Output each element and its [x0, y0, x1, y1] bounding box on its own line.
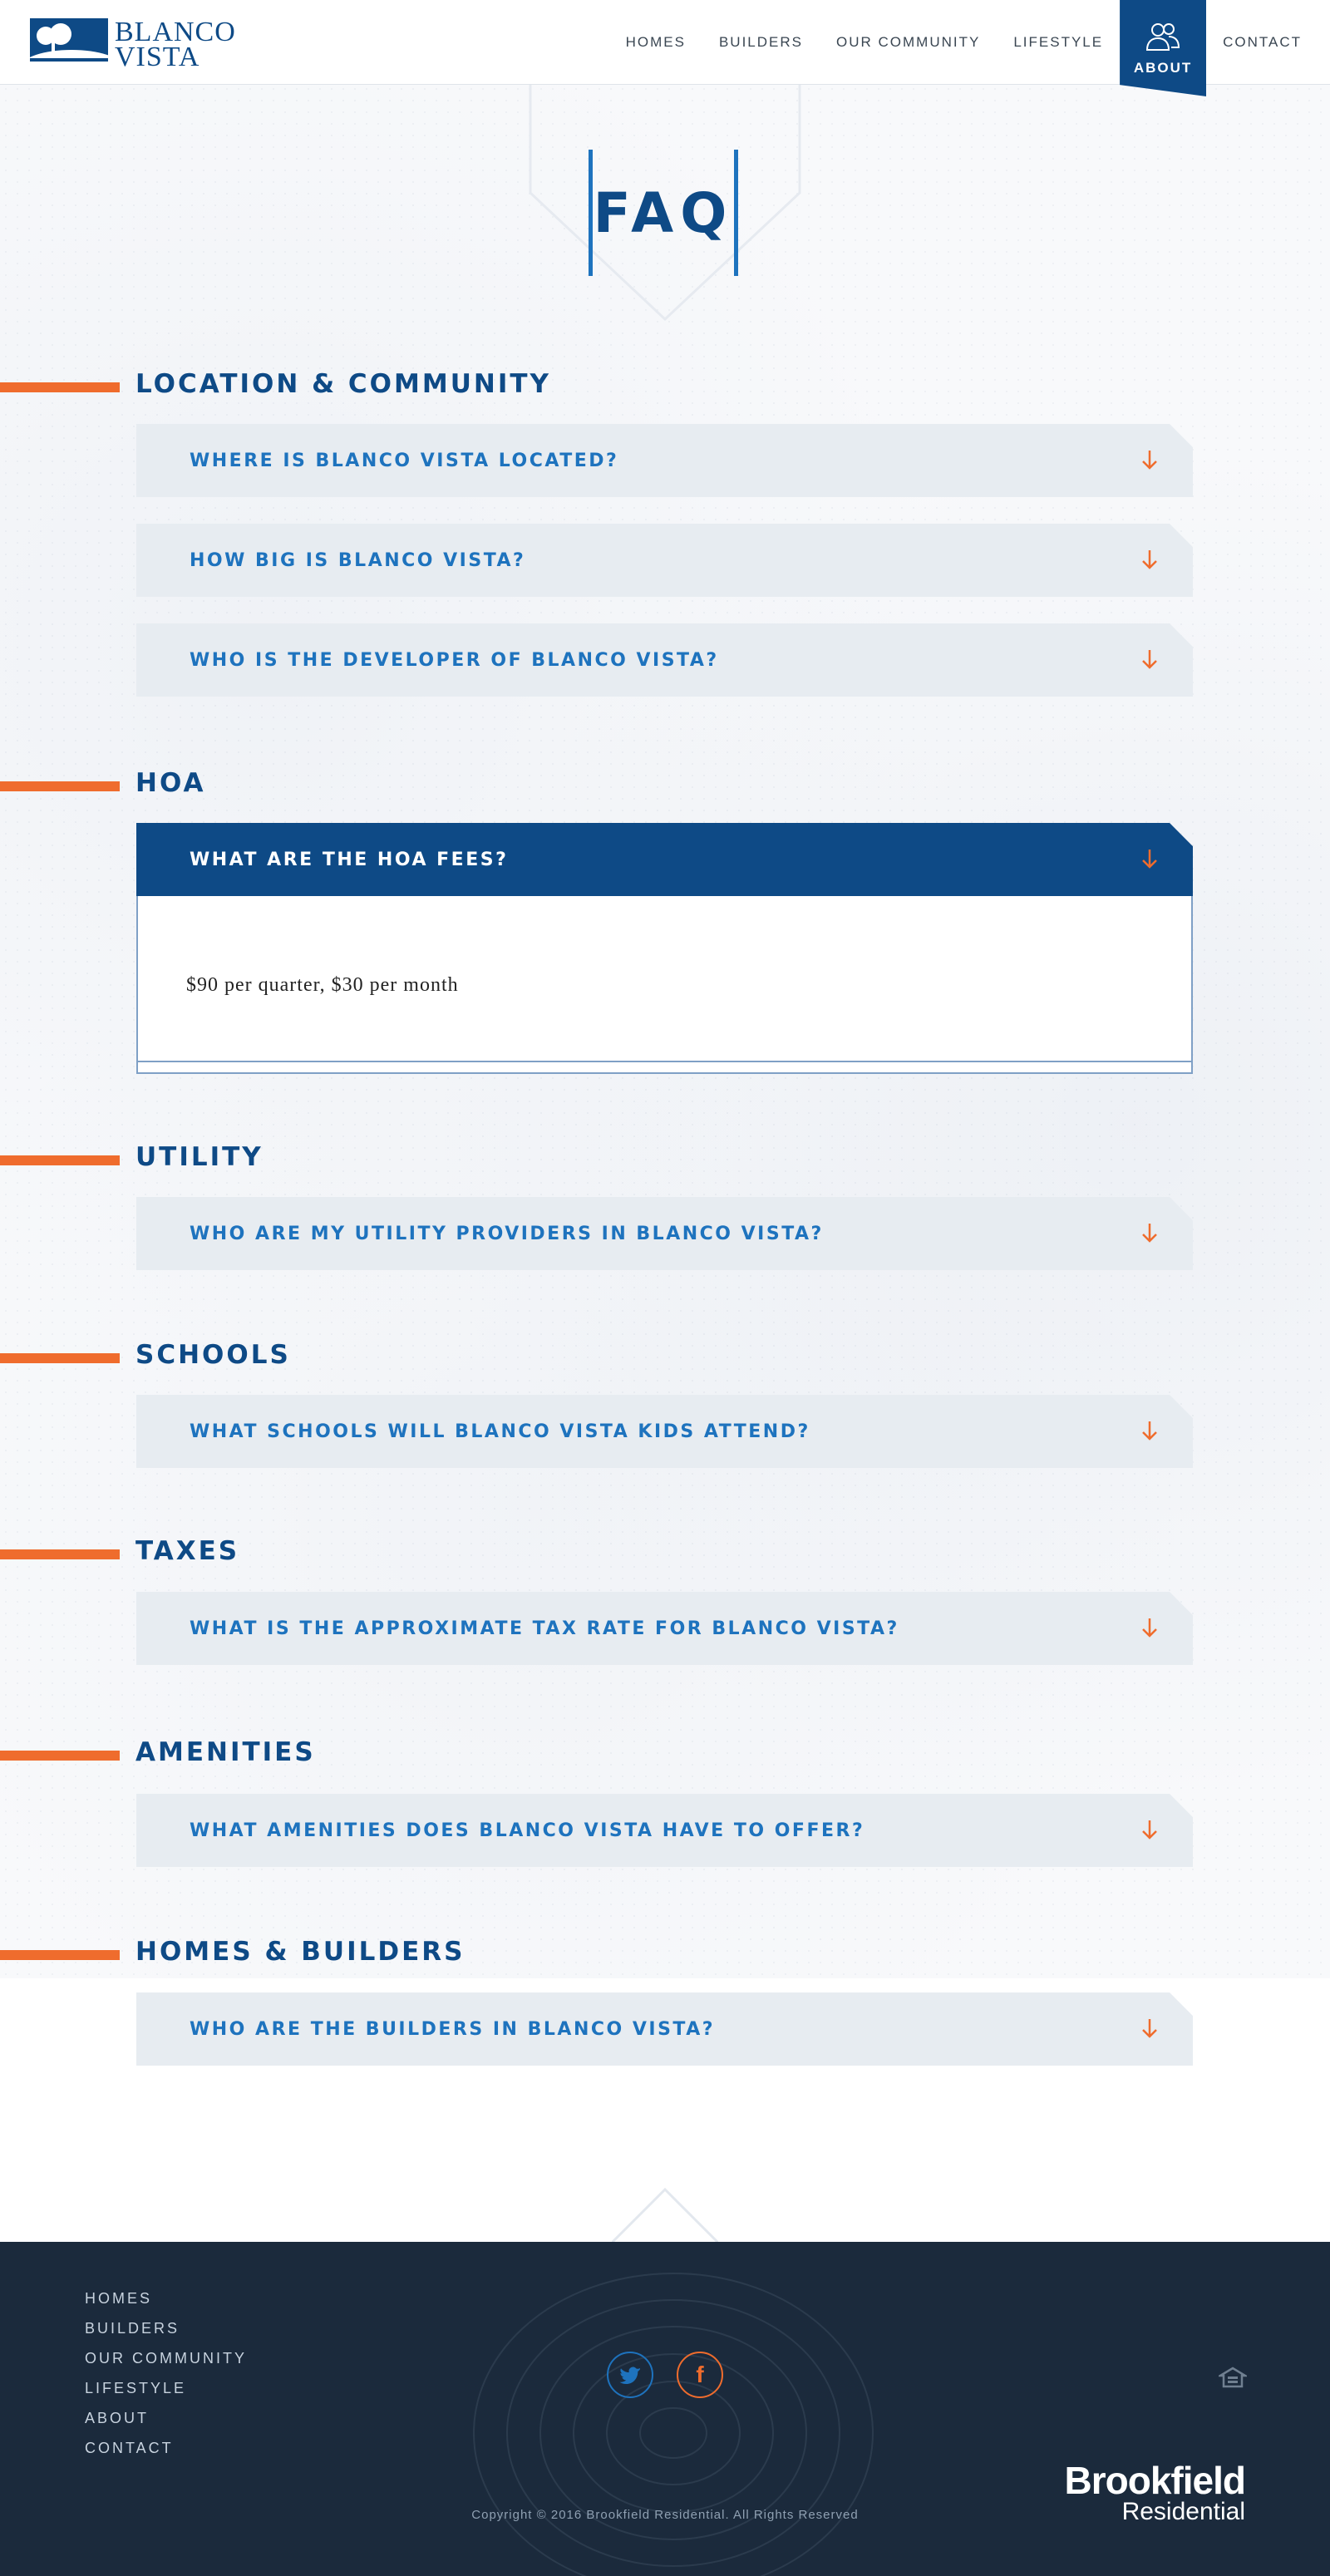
answer-divider: [138, 1061, 1191, 1062]
arrow-down-icon: [1142, 650, 1157, 669]
section-bar-amenities: [0, 1751, 120, 1761]
arrow-down-icon: [1142, 1618, 1157, 1638]
logo-emblem: [30, 18, 108, 71]
footer-nav-contact[interactable]: CONTACT: [85, 2433, 247, 2463]
question-text: WHERE IS BLANCO VISTA LOCATED?: [190, 450, 619, 471]
section-title-hoa: HOA: [135, 768, 206, 798]
faq-question-amenities[interactable]: WHAT AMENITIES DOES BLANCO VISTA HAVE TO…: [136, 1794, 1193, 1867]
footer-nav-our-community[interactable]: OUR COMMUNITY: [85, 2343, 247, 2373]
logo-wordmark: BLANCO VISTA: [115, 18, 236, 72]
equal-housing-icon: [1219, 2367, 1247, 2388]
twitter-icon: [619, 2367, 640, 2384]
faq-question-hoa-fees[interactable]: WHAT ARE THE HOA FEES?: [136, 823, 1193, 896]
section-bar-homes-builders: [0, 1950, 120, 1960]
faq-question-utility[interactable]: WHO ARE MY UTILITY PROVIDERS IN BLANCO V…: [136, 1197, 1193, 1270]
footer-peak-outline: [612, 2187, 718, 2243]
nav-about-label: ABOUT: [1133, 60, 1193, 76]
nav-contact[interactable]: CONTACT: [1223, 34, 1302, 51]
logo-line-2: VISTA: [115, 42, 200, 72]
section-title-taxes: TAXES: [135, 1536, 240, 1566]
section-bar-hoa: [0, 781, 120, 791]
faq-answer-panel: $90 per quarter, $30 per month: [136, 896, 1193, 1074]
arrow-down-icon: [1142, 550, 1157, 569]
faq-question-taxes[interactable]: WHAT IS THE APPROXIMATE TAX RATE FOR BLA…: [136, 1592, 1193, 1665]
faq-title-frame: FAQ: [589, 150, 738, 276]
facebook-button[interactable]: f: [677, 2352, 723, 2398]
twitter-button[interactable]: [607, 2352, 653, 2398]
arrow-down-icon: [1142, 1820, 1157, 1840]
arrow-down-icon: [1142, 1421, 1157, 1441]
question-text: WHO ARE THE BUILDERS IN BLANCO VISTA?: [190, 2018, 716, 2040]
brand-line-1: Brookfield: [1064, 2459, 1246, 2502]
faq-question-schools[interactable]: WHAT SCHOOLS WILL BLANCO VISTA KIDS ATTE…: [136, 1395, 1193, 1468]
question-text: WHO IS THE DEVELOPER OF BLANCO VISTA?: [190, 649, 719, 671]
arrow-down-icon: [1142, 1224, 1157, 1243]
question-text: WHAT AMENITIES DOES BLANCO VISTA HAVE TO…: [190, 1820, 865, 1841]
site-footer: HOMES BUILDERS OUR COMMUNITY LIFESTYLE A…: [0, 2242, 1330, 2576]
faq-question-builders[interactable]: WHO ARE THE BUILDERS IN BLANCO VISTA?: [136, 1992, 1193, 2066]
facebook-icon: f: [696, 2362, 704, 2387]
section-title-amenities: AMENITIES: [135, 1737, 316, 1767]
arrow-down-icon: [1142, 2019, 1157, 2038]
footer-nav-homes[interactable]: HOMES: [85, 2283, 247, 2313]
page-title: FAQ: [593, 180, 734, 245]
faq-question-size[interactable]: HOW BIG IS BLANCO VISTA?: [136, 524, 1193, 597]
nav-lifestyle[interactable]: LIFESTYLE: [1013, 34, 1103, 51]
question-text: WHAT IS THE APPROXIMATE TAX RATE FOR BLA…: [190, 1618, 899, 1639]
faq-question-location[interactable]: WHERE IS BLANCO VISTA LOCATED?: [136, 424, 1193, 497]
nav-our-community[interactable]: OUR COMMUNITY: [836, 34, 980, 51]
footer-nav-about[interactable]: ABOUT: [85, 2403, 247, 2433]
nav-builders[interactable]: BUILDERS: [719, 34, 803, 51]
footer-nav: HOMES BUILDERS OUR COMMUNITY LIFESTYLE A…: [85, 2283, 247, 2463]
arrow-down-icon: [1142, 850, 1157, 869]
main-nav: HOMES BUILDERS OUR COMMUNITY LIFESTYLE A…: [593, 0, 1302, 96]
section-title-schools: SCHOOLS: [135, 1340, 291, 1370]
tree-ring-graphic: [473, 2273, 874, 2576]
site-header: BLANCO VISTA HOMES BUILDERS OUR COMMUNIT…: [0, 0, 1330, 96]
section-title-utility: UTILITY: [135, 1142, 264, 1172]
footer-nav-builders[interactable]: BUILDERS: [85, 2313, 247, 2343]
section-title-location: LOCATION & COMMUNITY: [135, 369, 551, 399]
question-text: WHO ARE MY UTILITY PROVIDERS IN BLANCO V…: [190, 1223, 824, 1244]
question-text: WHAT ARE THE HOA FEES?: [190, 849, 509, 870]
section-title-homes-builders: HOMES & BUILDERS: [135, 1937, 466, 1967]
section-bar-schools: [0, 1353, 120, 1363]
section-bar-utility: [0, 1155, 120, 1165]
arrow-down-icon: [1142, 451, 1157, 470]
answer-text: $90 per quarter, $30 per month: [186, 974, 459, 996]
question-text: WHAT SCHOOLS WILL BLANCO VISTA KIDS ATTE…: [190, 1421, 810, 1442]
people-icon: [1146, 23, 1180, 51]
section-bar-taxes: [0, 1549, 120, 1559]
question-text: HOW BIG IS BLANCO VISTA?: [190, 549, 526, 571]
footer-nav-lifestyle[interactable]: LIFESTYLE: [85, 2373, 247, 2403]
section-bar-location: [0, 382, 120, 392]
nav-about-active[interactable]: ABOUT: [1120, 0, 1207, 96]
site-logo[interactable]: BLANCO VISTA: [30, 18, 236, 71]
nav-homes[interactable]: HOMES: [626, 34, 686, 51]
faq-question-developer[interactable]: WHO IS THE DEVELOPER OF BLANCO VISTA?: [136, 623, 1193, 697]
copyright-text: Copyright © 2016 Brookfield Residential.…: [471, 2508, 859, 2522]
